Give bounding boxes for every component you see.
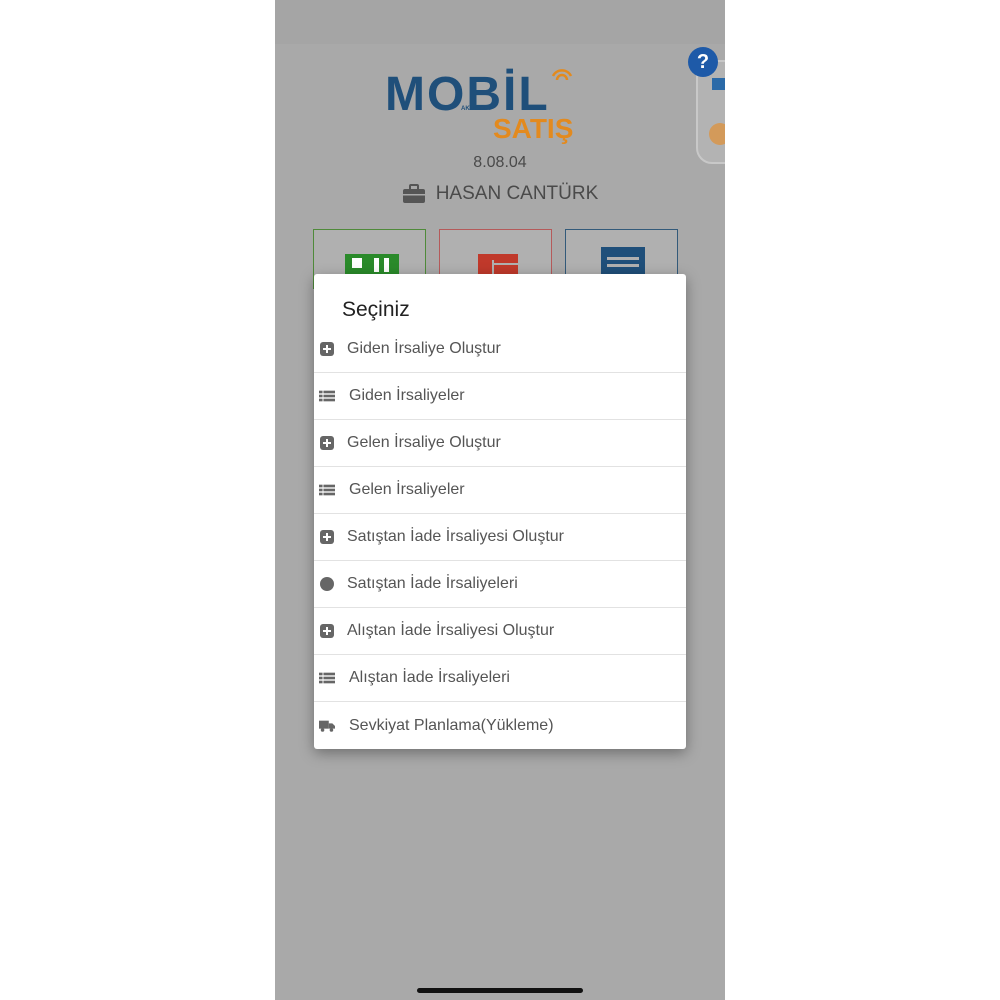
menu-item-label: Alıştan İade İrsaliyesi Oluştur xyxy=(347,622,555,639)
menu-item-alistan-iade-irsaliyeleri[interactable]: Alıştan İade İrsaliyeleri xyxy=(314,655,686,702)
app-version: 8.08.04 xyxy=(473,154,527,171)
circle-icon xyxy=(319,576,335,592)
menu-item-sevkiyat-planlama[interactable]: Sevkiyat Planlama(Yükleme) xyxy=(314,702,686,749)
dialog-title: Seçiniz xyxy=(342,298,410,321)
plus-square-icon xyxy=(319,529,335,545)
menu-item-satistan-iade-irsaliyeleri[interactable]: Satıştan İade İrsaliyeleri xyxy=(314,561,686,608)
app-logo: MOBİL SATIŞ AKINSOFT xyxy=(385,68,573,144)
logo-sub: SATIŞ xyxy=(493,113,573,144)
wifi-icon xyxy=(551,69,573,81)
select-dialog: Seçiniz Giden İrsaliye Oluştur Giden İrs… xyxy=(314,274,686,749)
menu-item-satistan-iade-irsaliyesi-olustur[interactable]: Satıştan İade İrsaliyesi Oluştur xyxy=(314,514,686,561)
user-row: HASAN CANTÜRK xyxy=(275,183,725,205)
orange-circle-icon xyxy=(709,123,725,145)
phone-screen: MOBİL SATIŞ AKINSOFT 8.08.04 HASAN CANTÜ… xyxy=(275,0,725,1000)
dialog-menu: Giden İrsaliye Oluştur Giden İrsaliyeler… xyxy=(314,326,686,749)
menu-item-label: Gelen İrsaliyeler xyxy=(349,481,465,498)
menu-item-label: Sevkiyat Planlama(Yükleme) xyxy=(349,716,554,734)
home-indicator[interactable] xyxy=(417,988,583,993)
menu-item-gelen-irsaliye-olustur[interactable]: Gelen İrsaliye Oluştur xyxy=(314,420,686,467)
status-bar xyxy=(275,0,725,44)
menu-item-label: Gelen İrsaliye Oluştur xyxy=(347,434,501,451)
list-icon xyxy=(319,482,335,498)
monitor-icon xyxy=(712,78,725,90)
menu-item-label: Satıştan İade İrsaliyesi Oluştur xyxy=(347,528,564,545)
plus-square-icon xyxy=(319,435,335,451)
list-icon xyxy=(319,388,335,404)
menu-item-label: Giden İrsaliye Oluştur xyxy=(347,340,501,357)
menu-item-label: Satıştan İade İrsaliyeleri xyxy=(347,575,518,592)
help-button[interactable]: ? xyxy=(688,47,718,77)
menu-item-label: Alıştan İade İrsaliyeleri xyxy=(349,669,510,686)
menu-item-gelen-irsaliyeler[interactable]: Gelen İrsaliyeler xyxy=(314,467,686,514)
user-name: HASAN CANTÜRK xyxy=(435,183,599,204)
menu-item-label: Giden İrsaliyeler xyxy=(349,387,465,404)
briefcase-icon xyxy=(402,184,425,203)
plus-square-icon xyxy=(319,623,335,639)
plus-square-icon xyxy=(319,341,335,357)
list-icon xyxy=(319,670,335,686)
menu-item-giden-irsaliyeler[interactable]: Giden İrsaliyeler xyxy=(314,373,686,420)
truck-icon xyxy=(319,718,335,734)
logo-brand: AKINSOFT xyxy=(461,106,492,112)
menu-item-giden-irsaliye-olustur[interactable]: Giden İrsaliye Oluştur xyxy=(314,326,686,373)
menu-item-alistan-iade-irsaliyesi-olustur[interactable]: Alıştan İade İrsaliyesi Oluştur xyxy=(314,608,686,655)
